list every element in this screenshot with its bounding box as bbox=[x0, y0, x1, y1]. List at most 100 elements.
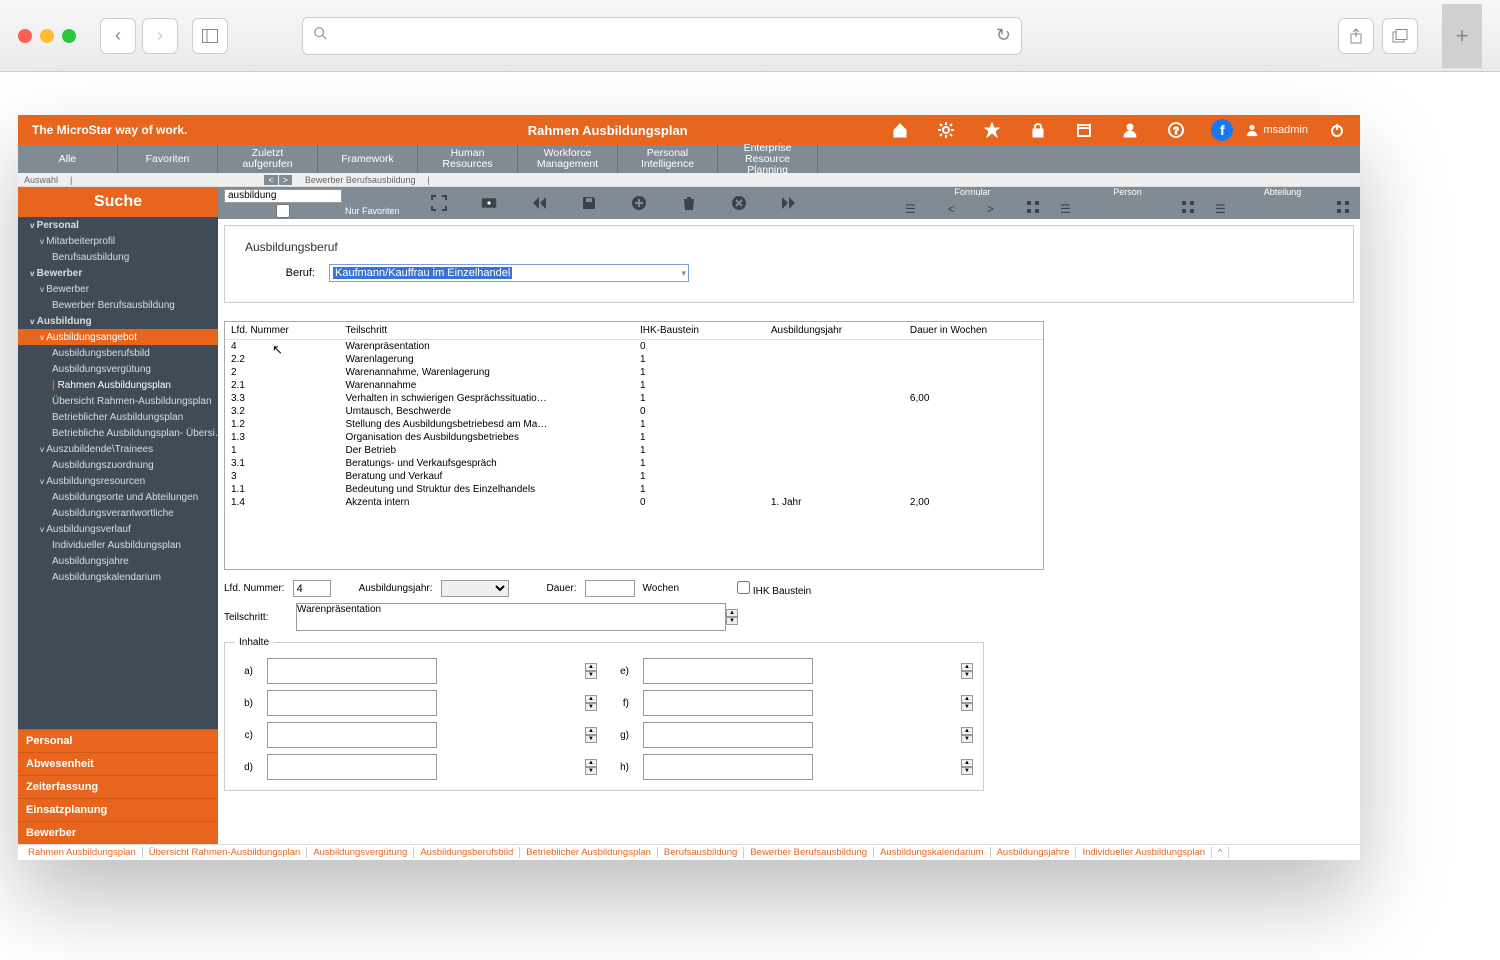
tree-node[interactable]: Ausbildungskalendarium bbox=[18, 569, 218, 585]
star-icon[interactable] bbox=[969, 115, 1015, 145]
tree-node[interactable]: Ausbildungszuordnung bbox=[18, 457, 218, 473]
bottom-link[interactable]: Ausbildungsvergütung bbox=[307, 847, 414, 858]
breadcrumb-auswahl[interactable]: Auswahl bbox=[18, 175, 64, 185]
teilschritt-textarea[interactable] bbox=[296, 603, 726, 631]
table-row[interactable]: 3.3Verhalten in schwierigen Gesprächssit… bbox=[225, 392, 1043, 405]
next-icon[interactable]: > bbox=[987, 202, 994, 216]
bottom-link[interactable]: Bewerber Berufsausbildung bbox=[744, 847, 874, 858]
nav-tab[interactable]: HumanResources bbox=[418, 145, 518, 173]
tree-node[interactable]: Bewerber bbox=[18, 265, 218, 281]
sidebar-toggle-button[interactable] bbox=[192, 18, 228, 54]
inhalte-textarea[interactable] bbox=[643, 658, 813, 684]
list-icon[interactable]: ☰ bbox=[905, 202, 916, 216]
bottom-link[interactable]: Ausbildungsjahre bbox=[991, 847, 1077, 858]
fastforward-icon[interactable] bbox=[764, 187, 814, 219]
sidebar-tab[interactable]: Bewerber bbox=[18, 821, 218, 844]
add-icon[interactable] bbox=[614, 187, 664, 219]
inhalte-textarea[interactable] bbox=[267, 690, 437, 716]
grid-header[interactable]: Ausbildungsjahr bbox=[765, 322, 904, 340]
inhalte-textarea[interactable] bbox=[643, 690, 813, 716]
gear-icon[interactable] bbox=[923, 115, 969, 145]
bottom-link[interactable]: Ausbildungsberufsbild bbox=[414, 847, 520, 858]
tree-node[interactable]: Ausbildungsorte und Abteilungen bbox=[18, 489, 218, 505]
steps-grid[interactable]: Lfd. NummerTeilschrittIHK-BausteinAusbil… bbox=[224, 321, 1044, 570]
spin-down[interactable]: ▼ bbox=[585, 671, 597, 679]
tree-node[interactable]: Personal bbox=[18, 217, 218, 233]
table-row[interactable]: 1.4Akzenta intern01. Jahr2,00 bbox=[225, 496, 1043, 509]
minimize-window[interactable] bbox=[40, 29, 54, 43]
tree-node[interactable]: Betrieblicher Ausbildungsplan bbox=[18, 409, 218, 425]
grid-header[interactable]: Teilschritt bbox=[340, 322, 634, 340]
forward-button[interactable]: › bbox=[142, 18, 178, 54]
inhalte-textarea[interactable] bbox=[267, 754, 437, 780]
tree-node[interactable]: Ausbildungsverlauf bbox=[18, 521, 218, 537]
spin-down[interactable]: ▼ bbox=[585, 767, 597, 775]
nav-tab[interactable]: WorkforceManagement bbox=[518, 145, 618, 173]
spin-up[interactable]: ▲ bbox=[961, 727, 973, 735]
spin-down[interactable]: ▼ bbox=[961, 767, 973, 775]
grid-icon[interactable] bbox=[1181, 200, 1195, 217]
tree-node[interactable]: Bewerber bbox=[18, 281, 218, 297]
nav-tab[interactable]: Alle bbox=[18, 145, 118, 173]
beruf-combo[interactable]: Kaufmann/Kauffrau im Einzelhandel ▾ bbox=[329, 264, 689, 282]
tree-node[interactable]: Auszubildende\Trainees bbox=[18, 441, 218, 457]
calendar-icon[interactable] bbox=[1061, 115, 1107, 145]
reload-button[interactable]: ↻ bbox=[996, 25, 1011, 46]
nav-tab[interactable]: Zuletztaufgerufen bbox=[218, 145, 318, 173]
help-icon[interactable]: ? bbox=[1153, 115, 1199, 145]
list-icon[interactable]: ☰ bbox=[1215, 202, 1226, 216]
tree-node[interactable]: Bewerber Berufsausbildung bbox=[18, 297, 218, 313]
share-button[interactable] bbox=[1338, 18, 1374, 54]
person-icon[interactable] bbox=[1107, 115, 1153, 145]
table-row[interactable]: 2Warenannahme, Warenlagerung1 bbox=[225, 366, 1043, 379]
spin-down[interactable]: ▼ bbox=[961, 735, 973, 743]
spin-down[interactable]: ▼ bbox=[585, 735, 597, 743]
url-input[interactable] bbox=[333, 28, 990, 44]
expand-icon[interactable] bbox=[414, 187, 464, 219]
inhalte-textarea[interactable] bbox=[267, 658, 437, 684]
inhalte-textarea[interactable] bbox=[643, 754, 813, 780]
save-icon[interactable] bbox=[564, 187, 614, 219]
nav-tab[interactable]: PersonalIntelligence bbox=[618, 145, 718, 173]
nav-tab[interactable]: Favoriten bbox=[118, 145, 218, 173]
tree-node[interactable]: Ausbildungsverantwortliche bbox=[18, 505, 218, 521]
cancel-icon[interactable] bbox=[714, 187, 764, 219]
tree-node[interactable]: Übersicht Rahmen-Ausbildungsplan bbox=[18, 393, 218, 409]
spin-down[interactable]: ▼ bbox=[961, 703, 973, 711]
only-favorites-checkbox[interactable]: Nur Favoriten bbox=[224, 204, 400, 218]
tree-node[interactable]: Mitarbeiterprofil bbox=[18, 233, 218, 249]
tree-node[interactable]: Berufsausbildung bbox=[18, 249, 218, 265]
spin-up[interactable]: ▲ bbox=[585, 663, 597, 671]
ihk-checkbox[interactable]: IHK Baustein bbox=[737, 581, 811, 597]
table-row[interactable]: 2.2Warenlagerung1 bbox=[225, 353, 1043, 366]
table-row[interactable] bbox=[225, 545, 1043, 557]
table-row[interactable] bbox=[225, 521, 1043, 533]
dauer-input[interactable] bbox=[585, 580, 635, 597]
back-button[interactable]: ‹ bbox=[100, 18, 136, 54]
bottom-link[interactable]: Individueller Ausbildungsplan bbox=[1076, 847, 1212, 858]
sidebar-tab[interactable]: Einsatzplanung bbox=[18, 798, 218, 821]
bottom-link[interactable]: ^ bbox=[1212, 847, 1229, 858]
maximize-window[interactable] bbox=[62, 29, 76, 43]
spin-down[interactable]: ▼ bbox=[585, 703, 597, 711]
table-row[interactable]: 1Der Betrieb1 bbox=[225, 444, 1043, 457]
facebook-icon[interactable]: f bbox=[1199, 115, 1245, 145]
table-row[interactable]: 1.2Stellung des Ausbildungsbetriebesd am… bbox=[225, 418, 1043, 431]
user-menu[interactable]: msadmin bbox=[1245, 115, 1314, 145]
tree-node[interactable]: Ausbildungsresourcen bbox=[18, 473, 218, 489]
grid-header[interactable]: Lfd. Nummer bbox=[225, 322, 340, 340]
spin-up[interactable]: ▲ bbox=[961, 663, 973, 671]
table-row[interactable]: 3.2Umtausch, Beschwerde0 bbox=[225, 405, 1043, 418]
tabs-button[interactable] bbox=[1382, 18, 1418, 54]
url-bar[interactable]: ↻ bbox=[302, 17, 1022, 55]
table-row[interactable]: 3Beratung und Verkauf1 bbox=[225, 470, 1043, 483]
jahr-select[interactable] bbox=[441, 580, 509, 597]
bottom-link[interactable]: Betrieblicher Ausbildungsplan bbox=[520, 847, 658, 858]
bottom-link[interactable]: Ausbildungskalendarium bbox=[874, 847, 991, 858]
close-window[interactable] bbox=[18, 29, 32, 43]
grid-header[interactable]: IHK-Baustein bbox=[634, 322, 765, 340]
lfd-input[interactable] bbox=[293, 580, 331, 597]
tree-node[interactable]: Ausbildung bbox=[18, 313, 218, 329]
spin-up[interactable]: ▲ bbox=[961, 695, 973, 703]
breadcrumb-prev[interactable]: < bbox=[264, 175, 277, 185]
